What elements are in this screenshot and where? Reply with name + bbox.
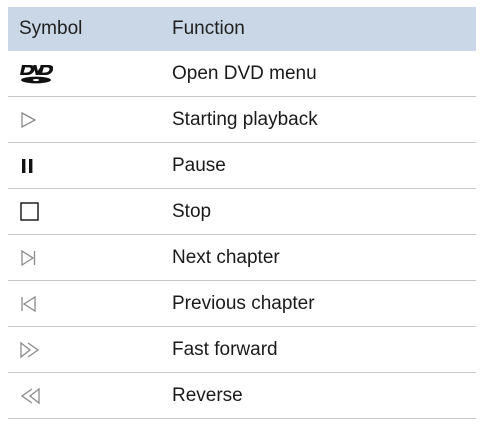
table-header: Symbol Function — [8, 7, 476, 51]
function-label: Fast forward — [172, 338, 278, 360]
function-label: Next chapter — [172, 246, 280, 268]
table-row: Reverse — [8, 373, 476, 419]
table-row: Stop — [8, 189, 476, 235]
function-label: Open DVD menu — [172, 62, 317, 84]
table-row: Pause — [8, 143, 476, 189]
previous-chapter-icon — [8, 294, 166, 314]
table-row: Fast forward — [8, 327, 476, 373]
function-label: Pause — [172, 154, 226, 176]
function-label: Starting playback — [172, 108, 318, 130]
reverse-icon — [8, 386, 166, 406]
dvd-logo-icon — [8, 63, 166, 85]
header-function: Function — [172, 18, 245, 39]
function-label: Previous chapter — [172, 292, 315, 314]
stop-icon — [8, 201, 166, 223]
table-row: Previous chapter — [8, 281, 476, 327]
function-label: Stop — [172, 200, 212, 222]
play-icon — [8, 110, 166, 130]
symbol-function-table: Symbol Function Open DVD menu Starting p — [8, 7, 476, 419]
fast-forward-icon — [8, 340, 166, 360]
table-row: Next chapter — [8, 235, 476, 281]
pause-icon — [8, 156, 166, 176]
function-label: Reverse — [172, 384, 243, 406]
next-chapter-icon — [8, 248, 166, 268]
table-row: Open DVD menu — [8, 51, 476, 97]
table-row: Starting playback — [8, 97, 476, 143]
header-symbol: Symbol — [19, 18, 83, 39]
